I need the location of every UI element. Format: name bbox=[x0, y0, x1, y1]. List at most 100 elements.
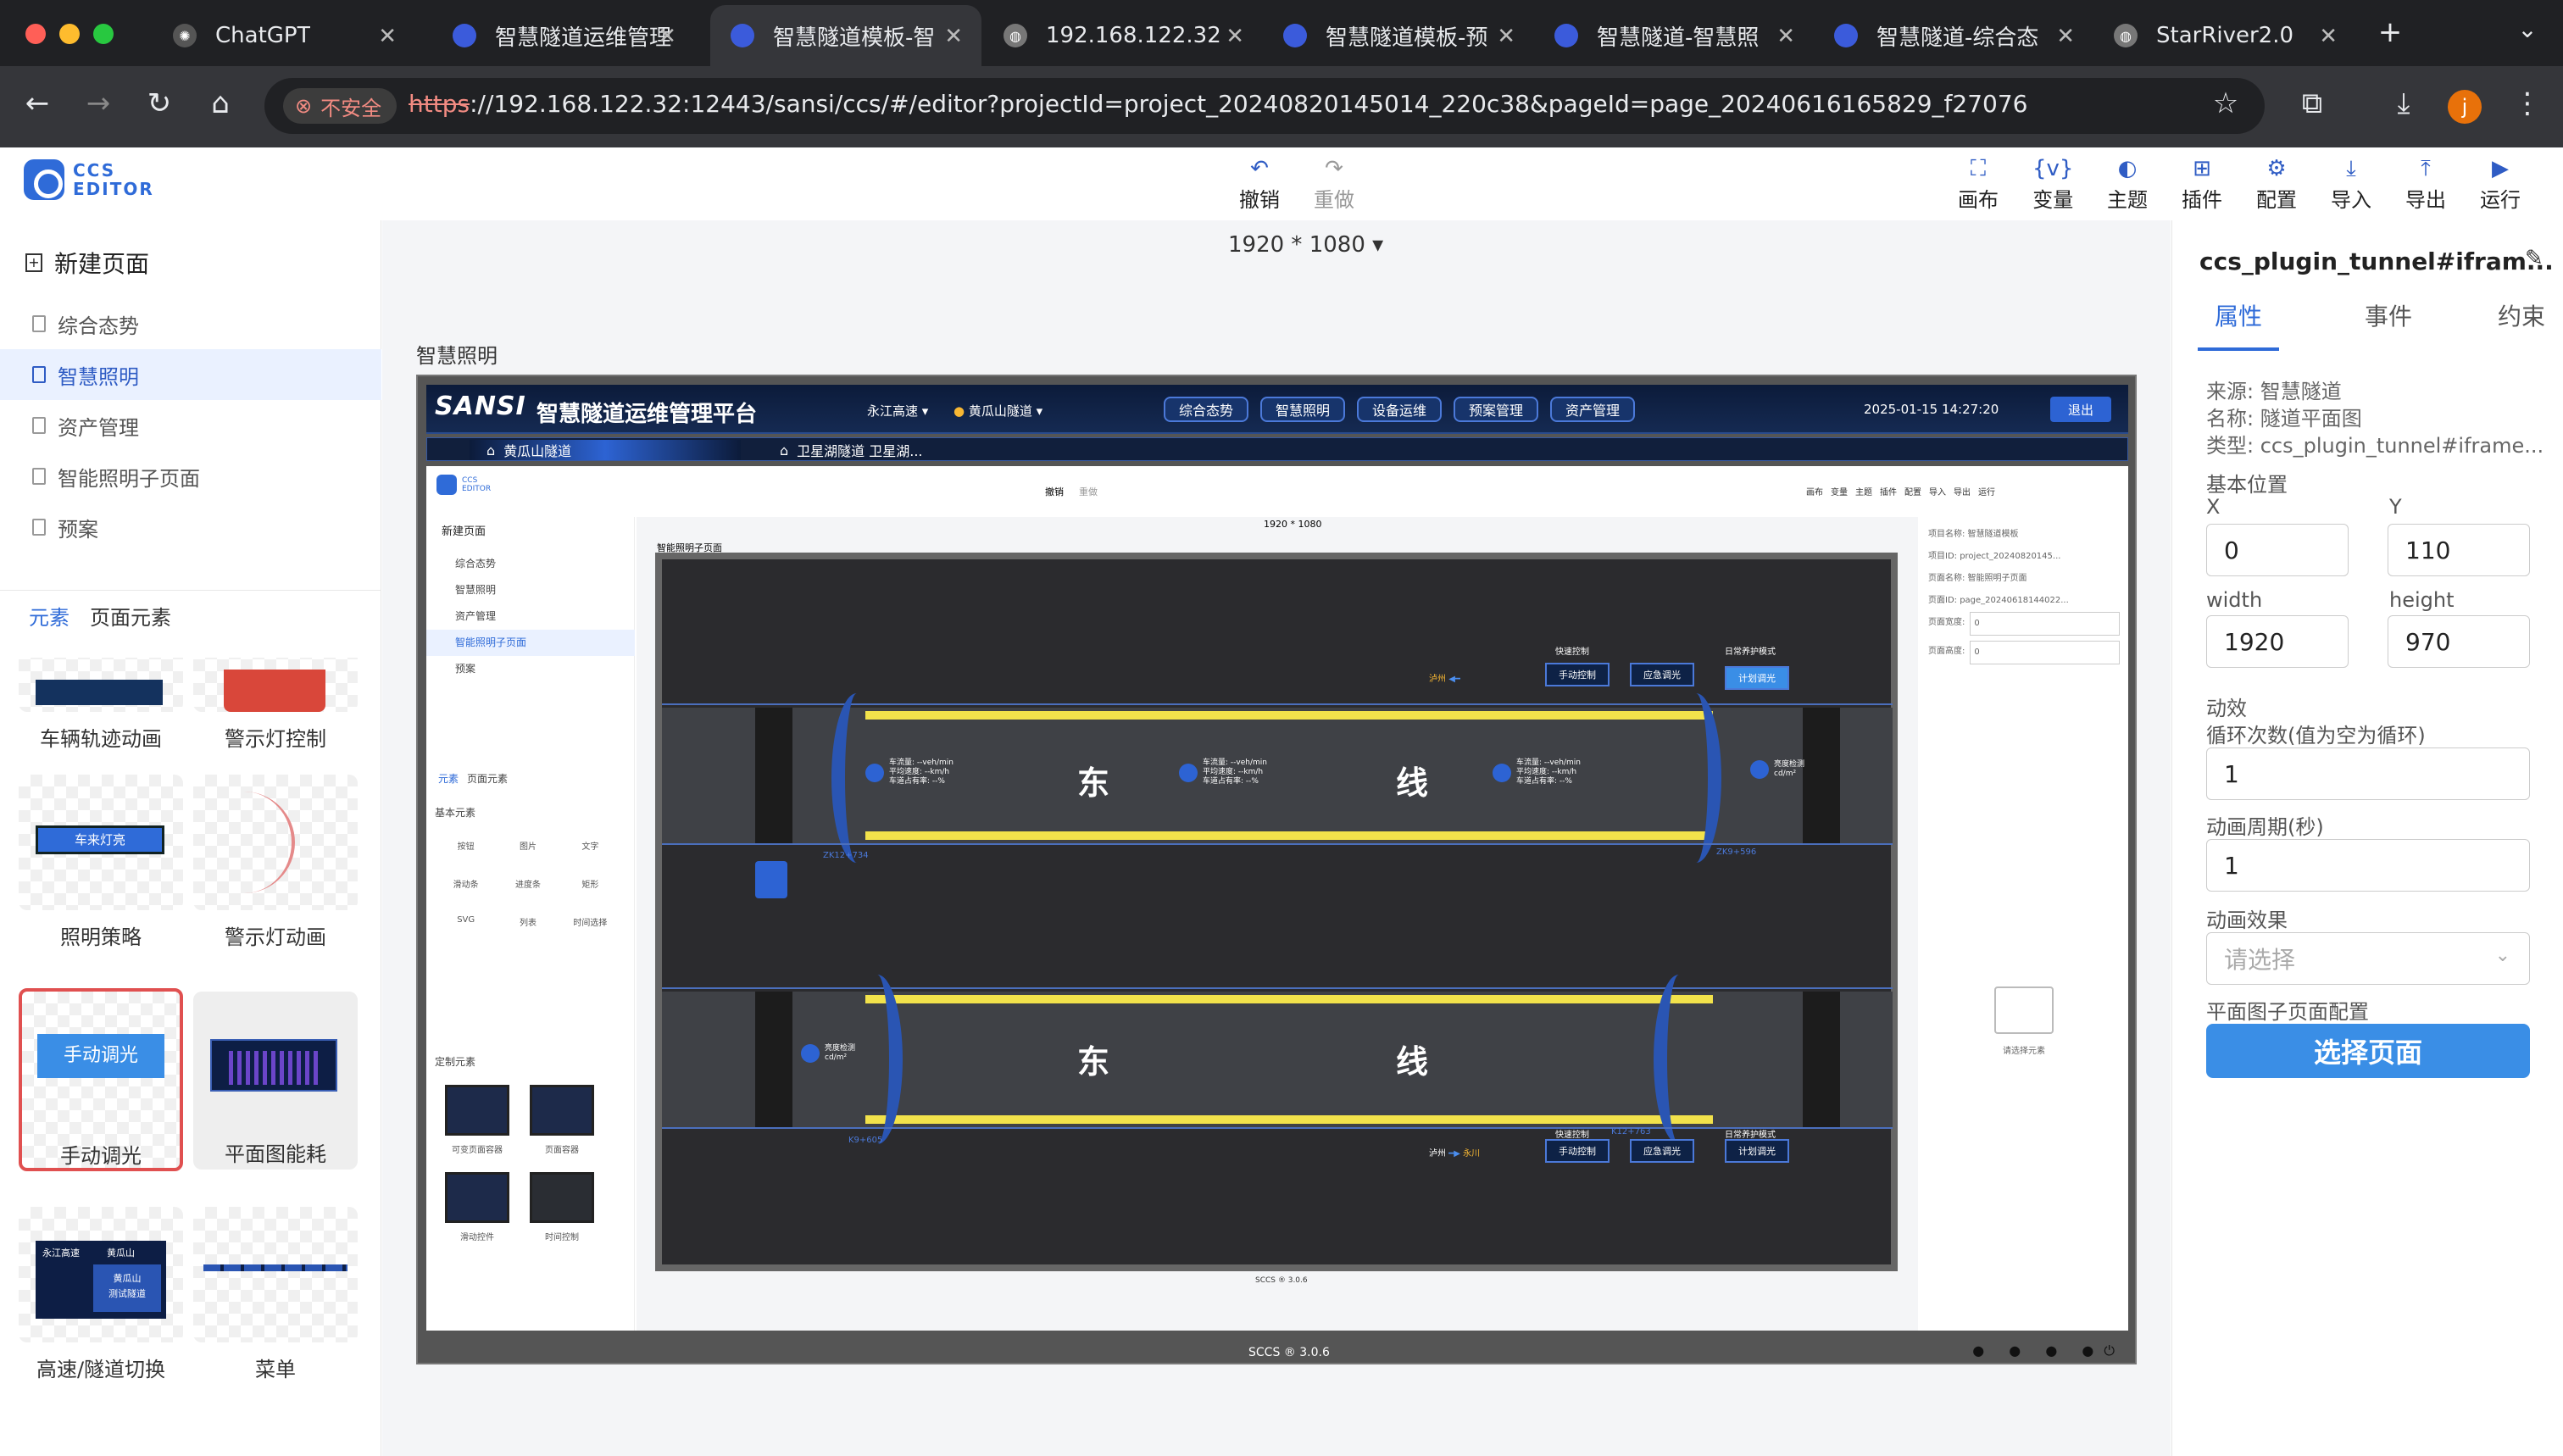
lamp-panel[interactable] bbox=[1803, 992, 1840, 1127]
browser-tab-active[interactable]: 智慧隧道模板-智 ✕ bbox=[710, 5, 981, 66]
page-item[interactable]: 综合态势 bbox=[0, 298, 381, 349]
close-icon[interactable]: ✕ bbox=[2319, 24, 2338, 49]
tunnel-select[interactable]: ● 黄瓜山隧道 ▾ bbox=[953, 402, 1042, 420]
edit-icon[interactable]: ✎ bbox=[2525, 246, 2544, 271]
component-warning-light-animation[interactable]: 警示灯动画 bbox=[193, 775, 358, 950]
tunnel-plugin-frame[interactable]: SANSI 智慧隧道运维管理平台 永江高速 ▾ ● 黄瓜山隧道 ▾ 综合态势 智… bbox=[416, 375, 2137, 1364]
browser-tab[interactable]: ◍ StarRiver2.0 ✕ bbox=[2093, 5, 2356, 66]
logout-button[interactable]: 退出 bbox=[2050, 397, 2111, 422]
inner-undo[interactable]: 撤销 bbox=[1045, 485, 1064, 498]
lamp-panel[interactable] bbox=[755, 992, 792, 1127]
page-item[interactable]: 资产管理 bbox=[0, 400, 381, 451]
manual-control-button[interactable]: 手动控制 bbox=[1545, 1139, 1610, 1163]
device-icon[interactable] bbox=[755, 861, 787, 898]
menu-icon[interactable]: ⋮ bbox=[2507, 86, 2548, 120]
plan-dim-button[interactable]: 计划调光 bbox=[1725, 1139, 1789, 1163]
nav-asset-mgmt[interactable]: 资产管理 bbox=[1550, 397, 1636, 422]
nav-plan-mgmt[interactable]: 预案管理 bbox=[1454, 397, 1539, 422]
forward-icon[interactable]: → bbox=[78, 86, 119, 120]
reload-icon[interactable]: ↻ bbox=[139, 86, 180, 120]
component-car-track[interactable]: 车辆轨迹动画 bbox=[19, 658, 183, 752]
nav-smart-lighting[interactable]: 智慧照明 bbox=[1260, 397, 1346, 422]
variable-button[interactable]: {v} 变量 bbox=[2032, 156, 2073, 213]
close-icon[interactable]: ✕ bbox=[378, 24, 397, 49]
manual-control-button[interactable]: 手动控制 bbox=[1545, 663, 1610, 686]
canvas-button[interactable]: ⛶ 画布 bbox=[1958, 156, 1999, 213]
nav-device-ops[interactable]: 设备运维 bbox=[1357, 397, 1443, 422]
tunnel-tab[interactable]: ⌂ 卫星湖隧道 卫星湖... bbox=[763, 440, 1034, 460]
insecure-badge[interactable]: ⊗ 不安全 bbox=[283, 88, 398, 124]
loop-count-field[interactable]: 1 bbox=[2206, 747, 2530, 800]
back-icon[interactable]: ← bbox=[17, 86, 58, 120]
home-icon[interactable]: ⌂ bbox=[200, 86, 241, 120]
anim-effect-select[interactable]: 请选择 ⌄ bbox=[2206, 932, 2530, 985]
component-warning-light-control[interactable]: 警示灯控制 bbox=[193, 658, 358, 752]
browser-tab[interactable]: ◍ 192.168.122.32 ✕ bbox=[983, 5, 1263, 66]
anim-period-field[interactable]: 1 bbox=[2206, 839, 2530, 892]
plugin-button[interactable]: ⊞ 插件 bbox=[2182, 156, 2222, 213]
tunnel-tab-active[interactable]: ⌂ 黄瓜山隧道 bbox=[470, 440, 741, 460]
page-item-selected[interactable]: 智慧照明 bbox=[0, 349, 381, 400]
undo-button[interactable]: ↶ 撤销 bbox=[1239, 156, 1280, 213]
component-floor-plan-energy[interactable]: 平面图能耗 bbox=[193, 992, 358, 1170]
close-icon[interactable]: ✕ bbox=[658, 24, 676, 49]
lamp-panel[interactable] bbox=[755, 708, 792, 843]
config-button[interactable]: ⚙ 配置 bbox=[2256, 156, 2297, 213]
page-item[interactable]: 预案 bbox=[0, 502, 381, 553]
tab-page-elements[interactable]: 页面元素 bbox=[90, 601, 171, 631]
height-field[interactable]: 970 bbox=[2388, 615, 2530, 668]
browser-tab[interactable]: 智慧隧道模板-预 ✕ bbox=[1263, 5, 1534, 66]
download-icon[interactable]: ⤓ bbox=[2383, 86, 2424, 120]
tab-elements[interactable]: 元素 bbox=[29, 601, 69, 631]
close-icon[interactable]: ✕ bbox=[1226, 24, 1244, 49]
close-icon[interactable]: ✕ bbox=[1497, 24, 1515, 49]
export-button[interactable]: ⤒ 导出 bbox=[2405, 156, 2446, 213]
inner-new-page[interactable]: 新建页面 bbox=[442, 522, 486, 538]
close-icon[interactable]: ✕ bbox=[944, 24, 963, 49]
browser-tab[interactable]: 智慧隧道运维管理 ✕ bbox=[432, 5, 695, 66]
tab-constraints[interactable]: 约束 bbox=[2498, 298, 2545, 351]
nav-overview[interactable]: 综合态势 bbox=[1164, 397, 1249, 422]
close-window-button[interactable] bbox=[25, 24, 46, 44]
new-page-button[interactable]: + 新建页面 bbox=[25, 246, 149, 280]
component-menu[interactable]: 菜单 bbox=[193, 1207, 358, 1382]
close-icon[interactable]: ✕ bbox=[2056, 24, 2075, 49]
theme-button[interactable]: ◐ 主题 bbox=[2107, 156, 2148, 213]
component-manual-dimming[interactable]: 手动调光 手动调光 bbox=[19, 988, 183, 1171]
thumb bbox=[530, 1085, 594, 1136]
emergency-dim-button[interactable]: 应急调光 bbox=[1630, 663, 1694, 686]
run-button[interactable]: ▶ 运行 bbox=[2480, 156, 2521, 213]
maximize-window-button[interactable] bbox=[93, 24, 114, 44]
extensions-icon[interactable]: ⧉ bbox=[2292, 86, 2332, 120]
browser-tab[interactable]: 智慧隧道-智慧照 ✕ bbox=[1534, 5, 1814, 66]
bookmark-star-icon[interactable]: ☆ bbox=[2205, 86, 2246, 120]
y-field[interactable]: 110 bbox=[2388, 524, 2530, 576]
minimize-window-button[interactable] bbox=[59, 24, 80, 44]
inner-redo[interactable]: 重做 bbox=[1079, 485, 1098, 498]
tunnel-plan[interactable]: 快速控制 日常养护模式 泸州 ◀━ 手动控制 应急调光 计划调光 东 线 车流量… bbox=[655, 553, 1898, 1271]
component-lighting-strategy[interactable]: 车来灯亮 照明策略 bbox=[19, 775, 183, 950]
emergency-dim-button[interactable]: 应急调光 bbox=[1630, 1139, 1694, 1163]
lamp-panel[interactable] bbox=[1803, 708, 1840, 843]
tab-search-icon[interactable]: ⌄ bbox=[2507, 15, 2548, 43]
select-page-button[interactable]: 选择页面 bbox=[2206, 1024, 2530, 1078]
component-highway-tunnel-switch[interactable]: 永江高速 黄瓜山 黄瓜山 测试隧道 高速/隧道切换 bbox=[19, 1207, 183, 1382]
tab-properties[interactable]: 属性 bbox=[2198, 298, 2280, 351]
url-field[interactable]: ⊗ 不安全 https://192.168.122.32:12443/sansi/… bbox=[264, 78, 2265, 134]
canvas-size-select[interactable]: 1920 * 1080 ▾ bbox=[1228, 232, 1383, 258]
highway-select[interactable]: 永江高速 ▾ bbox=[867, 402, 928, 420]
browser-tab[interactable]: ✺ ChatGPT ✕ bbox=[153, 5, 415, 66]
width-field[interactable]: 1920 bbox=[2206, 615, 2349, 668]
pager-dots[interactable]: ● ● ● ●⏻ bbox=[1972, 1342, 2125, 1359]
new-tab-icon[interactable]: + bbox=[2370, 15, 2410, 49]
x-field[interactable]: 0 bbox=[2206, 524, 2349, 576]
plan-dim-button[interactable]: 计划调光 bbox=[1725, 666, 1789, 690]
datetime: 2025-01-15 14:27:20 bbox=[1864, 402, 1999, 417]
close-icon[interactable]: ✕ bbox=[1776, 24, 1795, 49]
browser-tab[interactable]: 智慧隧道-综合态 ✕ bbox=[1814, 5, 2093, 66]
redo-button[interactable]: ↷ 重做 bbox=[1314, 156, 1354, 213]
import-button[interactable]: ⤓ 导入 bbox=[2331, 156, 2371, 213]
tab-events[interactable]: 事件 bbox=[2365, 298, 2412, 351]
profile-avatar[interactable]: j bbox=[2448, 90, 2482, 124]
page-item[interactable]: 智能照明子页面 bbox=[0, 451, 381, 502]
